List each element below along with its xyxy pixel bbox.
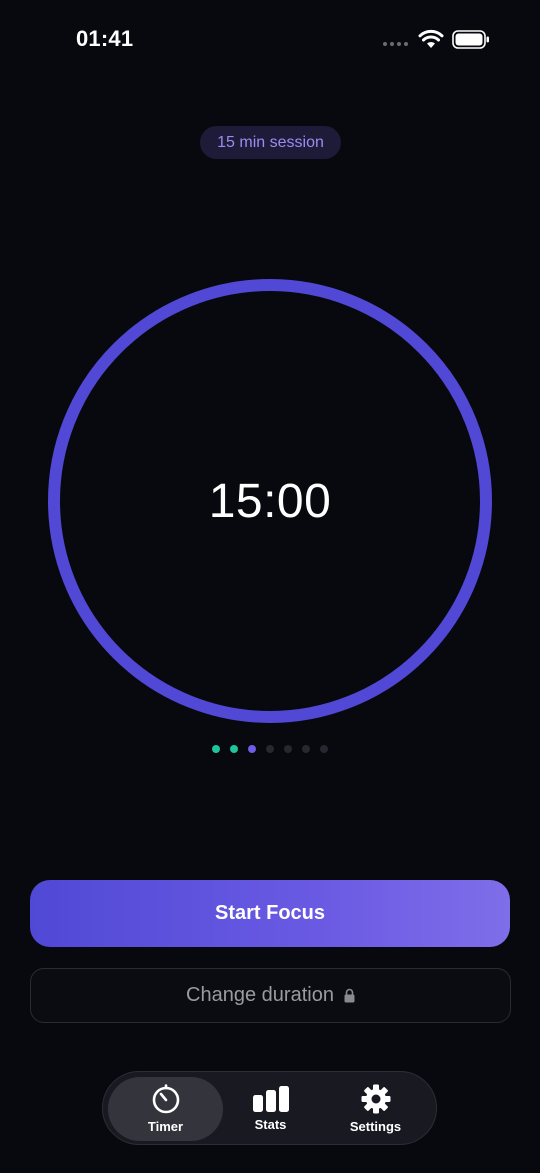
stopwatch-icon <box>152 1084 179 1114</box>
gear-icon <box>361 1084 390 1114</box>
progress-dot-pending <box>266 745 274 753</box>
progress-dot-pending <box>320 745 328 753</box>
session-progress-dots <box>0 745 540 753</box>
progress-dot-pending <box>302 745 310 753</box>
progress-dot-pending <box>284 745 292 753</box>
bar-chart-icon <box>252 1086 289 1112</box>
change-duration-label: Change duration <box>186 984 334 1006</box>
progress-dot-completed <box>212 745 220 753</box>
tab-settings[interactable]: Settings <box>323 1077 428 1141</box>
timer-countdown: 15:00 <box>208 474 332 528</box>
progress-dot-current <box>248 745 256 753</box>
cellular-signal-icon <box>383 42 408 46</box>
tab-label: Timer <box>147 1119 184 1134</box>
progress-dot-completed <box>230 745 238 753</box>
status-bar: 01:41 <box>0 0 540 80</box>
change-duration-button[interactable]: Change duration <box>30 968 511 1023</box>
tab-bar: Timer Stats Settings <box>102 1071 437 1145</box>
tab-stats[interactable]: Stats <box>223 1077 318 1141</box>
start-focus-button[interactable]: Start Focus <box>30 880 510 947</box>
session-length-badge: 15 min session <box>200 126 341 159</box>
tab-label: Stats <box>254 1117 287 1132</box>
status-time: 01:41 <box>76 26 134 51</box>
wifi-icon <box>418 29 444 48</box>
battery-icon <box>452 30 489 49</box>
tab-label: Settings <box>349 1119 402 1134</box>
tab-timer[interactable]: Timer <box>108 1077 223 1141</box>
lock-icon <box>344 988 355 1003</box>
